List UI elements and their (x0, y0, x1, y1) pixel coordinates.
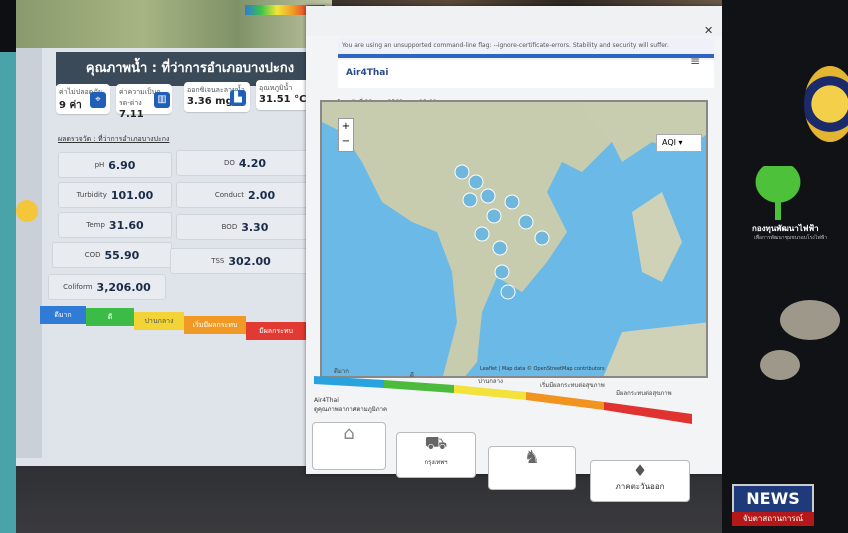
param-name: Turbidity (76, 191, 107, 199)
news-badge: NEWS (732, 484, 814, 514)
close-icon[interactable]: ✕ (704, 24, 713, 37)
zoom-control[interactable]: + − (338, 118, 354, 152)
quality-scale-item: ปานกลาง (134, 312, 184, 330)
param-name: Temp (86, 221, 105, 229)
param-value: 4.20 (238, 156, 267, 170)
param-name: COD (84, 251, 101, 259)
section-title: ผลตรวจวัด : ที่ว่าการอำเภอบางปะกง (58, 135, 170, 143)
app-logo[interactable]: Air4Thai (346, 68, 388, 78)
factory-icon: ▙ (230, 90, 246, 106)
param-value: 55.90 (104, 248, 140, 262)
param-name: BOD (221, 223, 238, 231)
emblem-logo (804, 66, 848, 142)
param-cell: Turbidity 101.00 (58, 182, 172, 208)
param-value: 3,206.00 (96, 280, 151, 294)
param-cell: DO 4.20 (176, 150, 314, 176)
sidebar-title: Air4Thai ดูคุณภาพอากาศตามภูมิภาค (314, 397, 388, 413)
param-cell: COD 55.90 (52, 242, 172, 268)
org-subtitle: เพื่อการพัฒนาชุมชนรอบโรงไฟฟ้า (754, 235, 828, 241)
map-icon: ⌂ (343, 423, 355, 444)
stat-card: ค่าความเป็นกรด-ด่าง 7.11 ▥ (116, 84, 172, 120)
wall-panel (0, 52, 16, 533)
smiley-icon (16, 200, 38, 222)
quality-scale-item: เริ่มมีผลกระทบ (184, 316, 246, 334)
quality-scale-item: ดี (86, 308, 134, 326)
news-subtitle: จับตาสถานการณ์ (732, 512, 814, 526)
dashboard-side-strip (16, 48, 42, 458)
unsupported-flag-warning: You are using an unsupported command-lin… (338, 38, 714, 54)
quality-scale-item: มีผลกระทบ (246, 322, 306, 340)
param-name: Conduct (214, 191, 244, 199)
aqi-segment-very-good (314, 376, 384, 388)
aqi-map[interactable] (320, 100, 708, 378)
param-value: 3.30 (241, 220, 269, 234)
param-name: Coliform (63, 283, 93, 291)
param-cell: pH 6.90 (58, 152, 172, 178)
borneo-shape (603, 322, 706, 376)
app-accent-bar (338, 54, 714, 58)
tree-trunk (775, 200, 781, 220)
app-header (338, 60, 714, 88)
tuktuk-icon: ⛟ (424, 433, 448, 454)
philippines-shape (632, 192, 682, 282)
window-titlebar[interactable] (306, 6, 722, 36)
bokeh-light (760, 350, 800, 380)
aqi-segment-moderate (454, 385, 526, 400)
param-cell: Coliform 3,206.00 (48, 274, 166, 300)
param-cell: BOD 3.30 (176, 214, 314, 240)
region-card[interactable]: ♦ ภาคตะวันออก (590, 460, 690, 502)
aqi-segment-unhealthy (604, 402, 692, 424)
aqi-segment-starting-impact (526, 392, 604, 410)
beaker-icon: ▥ (154, 92, 170, 108)
param-value: 6.90 (108, 158, 136, 172)
stat-card: ค่าไม่ปลอดภัย 9 ค่า ⌖ (56, 84, 110, 114)
param-value: 31.60 (108, 218, 144, 232)
region-card[interactable]: ⌂ (312, 422, 386, 470)
param-value: 2.00 (247, 188, 276, 202)
param-value: 101.00 (110, 188, 154, 202)
elephant-icon: ♞ (523, 447, 541, 468)
param-name: TSS (211, 257, 225, 265)
param-cell: TSS 302.00 (170, 248, 312, 274)
quality-scale-item: ดีมาก (40, 306, 86, 324)
menu-icon[interactable]: ≡ (690, 54, 700, 68)
location-icon: ⌖ (90, 92, 106, 108)
bokeh-light (780, 300, 840, 340)
station-markers[interactable] (442, 152, 562, 312)
param-name: DO (223, 159, 235, 167)
region-card[interactable]: ⛟ กรุงเทพฯ (396, 432, 476, 478)
param-cell: Conduct 2.00 (176, 182, 314, 208)
param-cell: Temp 31.60 (58, 212, 172, 238)
lamp-icon: ♦ (632, 461, 648, 480)
param-name: pH (94, 161, 105, 169)
stat-card: ออกซิเจนละลายน้ำ 3.36 mg/l ▙ (184, 82, 250, 112)
map-attribution: Leaflet | Map data © OpenStreetMap contr… (480, 366, 605, 372)
map-layer-select[interactable]: AQI ▾ (656, 134, 702, 152)
region-card[interactable]: ♞ (488, 446, 576, 490)
bezel-corner (0, 0, 16, 52)
param-value: 302.00 (228, 254, 271, 268)
aqi-segment-good (384, 380, 454, 393)
stat-value: 7.11 (119, 109, 144, 120)
